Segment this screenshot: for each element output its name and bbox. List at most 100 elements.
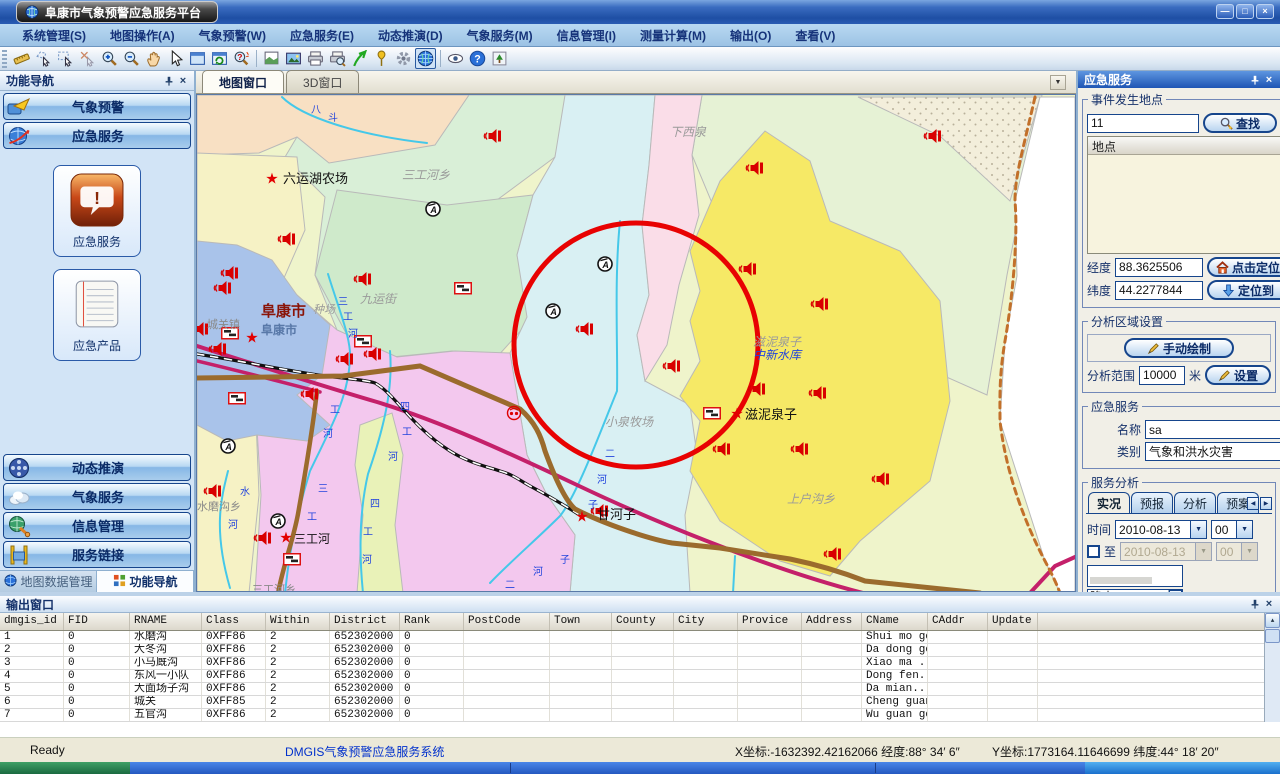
- pin-icon[interactable]: [371, 48, 392, 69]
- pointer-icon[interactable]: [165, 48, 186, 69]
- menu-item[interactable]: 应急服务(E): [278, 25, 366, 46]
- visibility-icon[interactable]: [445, 48, 466, 69]
- hour-to-select[interactable]: 00▼: [1216, 542, 1258, 561]
- tab-scroll-left-icon[interactable]: ◀: [1247, 497, 1259, 510]
- longitude-input[interactable]: [1115, 258, 1203, 277]
- chevron-down-icon[interactable]: ▼: [1236, 521, 1252, 538]
- help-icon[interactable]: ?: [467, 48, 488, 69]
- close-icon[interactable]: ×: [1262, 597, 1276, 611]
- set-range-button[interactable]: 设置: [1205, 365, 1271, 385]
- nav-item-气象服务[interactable]: 气象服务: [3, 483, 191, 510]
- table-row[interactable]: 60城关0XFF8526523020000Cheng guan: [0, 696, 1280, 709]
- zoom-out-icon[interactable]: [121, 48, 142, 69]
- map-tab-dropdown-icon[interactable]: ▼: [1050, 75, 1066, 90]
- settings-icon[interactable]: [393, 48, 414, 69]
- shortcut-应急产品[interactable]: 应急产品: [53, 269, 141, 361]
- service-name-input[interactable]: [1145, 420, 1280, 439]
- location-list-header[interactable]: 地点: [1088, 137, 1280, 155]
- analysis-tab-实况[interactable]: 实况: [1088, 492, 1130, 513]
- menu-item[interactable]: 动态推演(D): [366, 25, 455, 46]
- column-header[interactable]: Class: [202, 613, 266, 630]
- column-header[interactable]: RNAME: [130, 613, 202, 630]
- export-map-icon[interactable]: [261, 48, 282, 69]
- close-button[interactable]: ×: [1256, 4, 1274, 19]
- column-header[interactable]: District: [330, 613, 400, 630]
- tab-地图数据管理[interactable]: 地图数据管理: [0, 571, 97, 592]
- snapshot-icon[interactable]: [283, 48, 304, 69]
- column-header[interactable]: Provice: [738, 613, 802, 630]
- globe-icon[interactable]: [415, 48, 436, 69]
- menu-item[interactable]: 地图操作(A): [98, 25, 187, 46]
- identify-icon[interactable]: ?: [231, 48, 252, 69]
- column-header[interactable]: Rank: [400, 613, 464, 630]
- date-to-select[interactable]: 2010-08-13▼: [1120, 542, 1212, 561]
- map-tab-地图窗口[interactable]: 地图窗口: [202, 70, 284, 93]
- date-from-select[interactable]: 2010-08-13▼: [1115, 520, 1207, 539]
- column-header[interactable]: FID: [64, 613, 130, 630]
- pin-icon[interactable]: [1248, 597, 1262, 611]
- column-header[interactable]: CAddr: [928, 613, 988, 630]
- column-header[interactable]: dmgis_id: [0, 613, 64, 630]
- column-header[interactable]: City: [674, 613, 738, 630]
- select-shape-icon[interactable]: [33, 48, 54, 69]
- close-icon[interactable]: ×: [176, 74, 190, 88]
- menu-item[interactable]: 查看(V): [783, 25, 847, 46]
- pin-icon[interactable]: [162, 74, 176, 88]
- menu-item[interactable]: 测量计算(M): [628, 25, 718, 46]
- analysis-range-input[interactable]: [1139, 366, 1185, 385]
- click-locate-button[interactable]: 点击定位: [1207, 257, 1280, 277]
- menu-item[interactable]: 气象预警(W): [187, 25, 278, 46]
- select-clear-icon[interactable]: [77, 48, 98, 69]
- pin-icon[interactable]: [1248, 73, 1262, 87]
- service-type-select[interactable]: 气象和洪水灾害 ▼: [1145, 442, 1280, 461]
- scroll-thumb[interactable]: [1265, 629, 1280, 643]
- to-time-checkbox[interactable]: [1087, 545, 1100, 558]
- print-preview-icon[interactable]: [327, 48, 348, 69]
- nav-item-服务链接[interactable]: 服务链接: [3, 541, 191, 568]
- column-header[interactable]: Address: [802, 613, 862, 630]
- table-row[interactable]: 40东风一小队0XFF8626523020000Dong fen...: [0, 670, 1280, 683]
- manual-draw-button[interactable]: 手动绘制: [1124, 338, 1234, 358]
- column-header[interactable]: Within: [266, 613, 330, 630]
- nav-item-动态推演[interactable]: 动态推演: [3, 454, 191, 481]
- pan-icon[interactable]: [143, 48, 164, 69]
- scroll-up-icon[interactable]: ▲: [1265, 613, 1280, 628]
- analysis-tab-分析[interactable]: 分析: [1174, 492, 1216, 513]
- print-icon[interactable]: [305, 48, 326, 69]
- goto-location-button[interactable]: 定位到: [1207, 280, 1280, 300]
- search-button[interactable]: 查找: [1203, 113, 1277, 133]
- hour-from-select[interactable]: 00▼: [1211, 520, 1253, 539]
- zoom-in-icon[interactable]: [99, 48, 120, 69]
- analysis-tab-预报[interactable]: 预报: [1131, 492, 1173, 513]
- full-extent-icon[interactable]: [187, 48, 208, 69]
- latitude-input[interactable]: [1115, 281, 1203, 300]
- menu-item[interactable]: 输出(O): [718, 25, 783, 46]
- table-row[interactable]: 10水磨沟0XFF8626523020000Shui mo gou: [0, 631, 1280, 644]
- tab-scroll-right-icon[interactable]: ▶: [1260, 497, 1272, 510]
- shortcut-应急服务[interactable]: !应急服务: [53, 165, 141, 257]
- table-row[interactable]: 20大冬沟0XFF8626523020000Da dong gou: [0, 644, 1280, 657]
- refresh-icon[interactable]: [209, 48, 230, 69]
- nav-item-信息管理[interactable]: 信息管理: [3, 512, 191, 539]
- chevron-down-icon[interactable]: ▼: [1190, 521, 1206, 538]
- maximize-button[interactable]: □: [1236, 4, 1254, 19]
- menu-item[interactable]: 信息管理(I): [545, 25, 628, 46]
- close-icon[interactable]: ×: [1262, 73, 1276, 87]
- element-preview-box[interactable]: [1087, 565, 1183, 587]
- column-header[interactable]: Update: [988, 613, 1038, 630]
- location-list-body[interactable]: [1088, 155, 1280, 253]
- table-vertical-scrollbar[interactable]: ▲: [1264, 613, 1280, 722]
- measure-icon[interactable]: [11, 48, 32, 69]
- column-header[interactable]: CName: [862, 613, 928, 630]
- column-header[interactable]: Town: [550, 613, 612, 630]
- table-row[interactable]: 50大面场子沟0XFF8626523020000Da mian...: [0, 683, 1280, 696]
- pick-icon[interactable]: [349, 48, 370, 69]
- legend-icon[interactable]: [489, 48, 510, 69]
- map-tab-3D窗口[interactable]: 3D窗口: [286, 70, 359, 93]
- column-header[interactable]: PostCode: [464, 613, 550, 630]
- column-header[interactable]: County: [612, 613, 674, 630]
- map-canvas[interactable]: AAAAA★★★★★六运湖农场三工河乡下西泉九运街阜康市阜康市城关镇种场滋泥泉子…: [196, 94, 1076, 592]
- table-row[interactable]: 30小马厩沟0XFF8626523020000Xiao ma ...: [0, 657, 1280, 670]
- menu-item[interactable]: 系统管理(S): [10, 25, 98, 46]
- nav-item-气象预警[interactable]: 气象预警: [3, 93, 191, 120]
